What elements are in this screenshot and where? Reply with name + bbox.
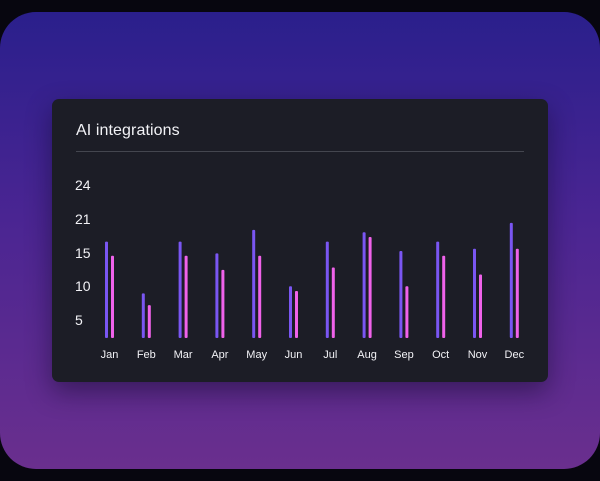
- y-tick-label: 10: [75, 278, 91, 294]
- bar-chart: 24 21 15 10 5 Jan Feb Mar Apr May Jun Jul Aug Sep Oct…: [75, 177, 525, 361]
- bar-jan-series-2[interactable]: [111, 255, 114, 338]
- x-tick-label-feb: Feb: [137, 349, 156, 361]
- bar-may-series-2[interactable]: [258, 255, 262, 338]
- x-tick-label-apr: Apr: [211, 349, 228, 361]
- x-tick-label-may: May: [246, 349, 267, 361]
- x-tick-label-mar: Mar: [174, 349, 193, 361]
- bar-aug-series-1[interactable]: [362, 232, 366, 338]
- x-tick-label-nov: Nov: [468, 349, 488, 361]
- x-tick-label-sep: Sep: [394, 349, 414, 361]
- y-axis: 24 21 15 10 5: [75, 177, 91, 328]
- bar-jan-series-1[interactable]: [105, 241, 108, 338]
- bar-nov-series-1[interactable]: [473, 248, 476, 338]
- bar-apr-series-1[interactable]: [215, 253, 219, 338]
- x-tick-label-jan: Jan: [101, 349, 119, 361]
- bar-mar-series-1[interactable]: [178, 241, 182, 338]
- y-tick-label: 21: [75, 211, 91, 227]
- bar-apr-series-2[interactable]: [221, 269, 225, 338]
- bar-nov-series-2[interactable]: [479, 274, 482, 338]
- x-tick-label-dec: Dec: [505, 349, 525, 361]
- x-tick-label-oct: Oct: [432, 349, 449, 361]
- bar-dec-series-1[interactable]: [509, 222, 513, 338]
- bar-feb-series-2[interactable]: [147, 305, 151, 338]
- x-axis: Jan Feb Mar Apr May Jun Jul Aug Sep Oct Nov Dec: [101, 349, 525, 361]
- bar-jun-series-2[interactable]: [295, 291, 298, 338]
- bar-mar-series-2[interactable]: [184, 255, 188, 338]
- bar-sep-series-1[interactable]: [399, 251, 403, 338]
- y-tick-label: 5: [75, 312, 83, 328]
- bar-jul-series-1[interactable]: [325, 241, 329, 338]
- bar-may-series-1[interactable]: [252, 229, 256, 338]
- bar-feb-series-1[interactable]: [141, 293, 145, 338]
- bar-oct-series-2[interactable]: [442, 255, 446, 338]
- bar-jun-series-1[interactable]: [289, 286, 292, 338]
- x-tick-label-aug: Aug: [357, 349, 377, 361]
- chart-card: AI integrations 24 21 15 10 5 Jan Feb Mar Apr Ma…: [52, 99, 548, 382]
- y-tick-label: 15: [75, 245, 91, 261]
- x-tick-label-jun: Jun: [285, 349, 303, 361]
- y-tick-label: 24: [75, 177, 91, 193]
- bar-sep-series-2[interactable]: [405, 286, 409, 338]
- x-tick-label-jul: Jul: [323, 349, 337, 361]
- bar-jul-series-2[interactable]: [331, 267, 335, 339]
- bar-dec-series-2[interactable]: [515, 248, 519, 338]
- bar-aug-series-2[interactable]: [368, 236, 372, 338]
- bars: [105, 222, 519, 339]
- bar-oct-series-1[interactable]: [436, 241, 440, 338]
